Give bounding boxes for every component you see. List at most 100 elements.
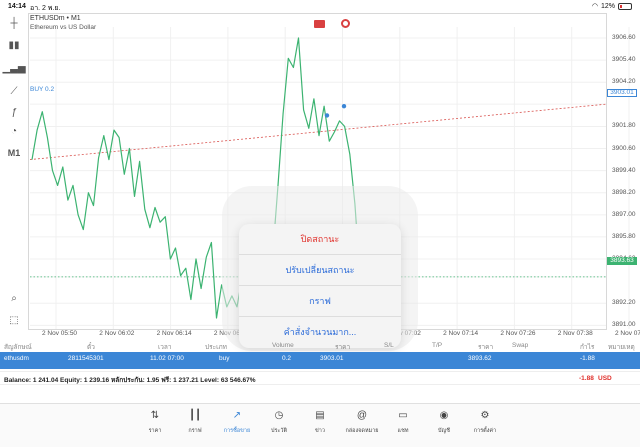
tab-chat[interactable]: ▭ แชท <box>383 409 423 435</box>
battery-percent: 12% <box>600 2 615 10</box>
row-volume: 0.2 <box>282 355 292 362</box>
x-tick-label: 2 Nov 07:14 <box>443 330 479 337</box>
news-icon: ▤ <box>315 410 325 421</box>
tab-news[interactable]: ▤ ข่าว <box>300 409 340 435</box>
y-tick-label: 3900.60 <box>612 144 636 152</box>
row-type: buy <box>219 355 230 362</box>
tab-label: กล่องจดหมาย <box>345 428 379 434</box>
account-summary: Balance: 1 241.04 Equity: 1 239.16 หลักป… <box>0 371 640 385</box>
chart-description: Ethereum vs US Dollar <box>30 24 97 31</box>
header-comment: หมายเหตุ <box>608 344 635 351</box>
chart-symbol: ETHUSDm • M1 <box>30 15 81 22</box>
function-icon[interactable]: ƒ <box>6 105 22 119</box>
chat-icon: ▭ <box>398 410 408 421</box>
row-current-price: 3893.62 <box>468 355 492 362</box>
one-click-trading-icon[interactable]: ⬚ <box>6 313 22 327</box>
account-profit: -1.88 <box>579 375 594 382</box>
y-tick-label: 3891.00 <box>612 321 636 329</box>
header-sl: S/L <box>384 342 394 349</box>
header-ticket: ตั๋ว <box>87 344 95 351</box>
tab-trade[interactable]: ↗ การซื้อขาย <box>217 409 257 435</box>
row-time: 11.02 07:00 <box>150 355 184 362</box>
tab-label: ราคา <box>148 428 162 434</box>
header-type: ประเภท <box>205 344 227 351</box>
battery-icon <box>618 2 632 10</box>
tab-label: กราฟ <box>188 428 202 434</box>
trade-marker <box>341 103 347 109</box>
tab-label: แชท <box>397 428 409 434</box>
header-time: เวลา <box>158 344 172 351</box>
row-open-price: 3903.01 <box>320 355 344 362</box>
line-tool-icon[interactable]: ⟋ <box>6 84 22 98</box>
history-icon: ◷ <box>274 410 284 421</box>
header-current-price: ราคา <box>478 344 494 351</box>
y-tick-label: 3892.20 <box>612 299 636 307</box>
buy-button-icon[interactable] <box>341 19 350 28</box>
x-tick-label: 2 Nov 06:02 <box>99 330 135 337</box>
close-position-item[interactable]: ปิดสถานะ <box>239 224 401 255</box>
tab-mailbox[interactable]: @ กล่องจดหมาย <box>342 409 382 435</box>
tab-settings[interactable]: ⚙ การตั้งค่า <box>465 409 505 435</box>
position-context-menu: ปิดสถานะ ปรับเปลี่ยนสถานะ กราฟ คำสั่งจำน… <box>239 224 401 348</box>
buy-line-label: BUY 0.2 <box>30 86 55 93</box>
table-row[interactable]: ethusdm 2811545301 11.02 07:00 buy 0.2 3… <box>0 352 640 369</box>
current-price-tag: 3893.63 <box>607 257 637 265</box>
tab-quotes[interactable]: ⇅ ราคา <box>135 409 175 435</box>
x-tick-label: 2 Nov 06:14 <box>156 330 192 337</box>
y-tick-label: 3895.80 <box>612 232 636 240</box>
modify-position-item[interactable]: ปรับเปลี่ยนสถานะ <box>239 255 401 286</box>
status-right: ◠ 12% <box>592 2 632 10</box>
x-tick-label: 2 Nov 07:50 <box>615 330 640 337</box>
status-bar: 14:14 อา. 2 พ.ย. ◠ 12% <box>0 0 640 13</box>
indicators-icon[interactable]: ▁▃▅ <box>2 61 25 75</box>
tab-label: ประวัติ <box>270 428 288 434</box>
chart-item[interactable]: กราฟ <box>239 286 401 317</box>
chart-type-icon[interactable]: ▮▮ <box>6 38 22 52</box>
y-tick-label: 3905.40 <box>612 56 636 64</box>
y-tick-label: 3901.80 <box>612 122 636 130</box>
tab-label: ข่าว <box>315 428 325 434</box>
tab-account[interactable]: ◉ บัญชี <box>424 409 464 435</box>
y-tick-label: 3898.20 <box>612 188 636 196</box>
bottom-tab-bar: ⇅ ราคา ┃┃ กราฟ ↗ การซื้อขาย ◷ ประวัติ ▤ ข่าว … <box>0 403 640 447</box>
search-icon[interactable]: ⌕ <box>6 291 22 305</box>
trade-icon: ↗ <box>232 410 242 421</box>
header-profit: กำไร <box>580 344 595 351</box>
tab-chart[interactable]: ┃┃ กราฟ <box>175 409 215 435</box>
settings-icon: ⚙ <box>480 410 490 421</box>
positions-header: สัญลักษณ์ ตั๋ว เวลา ประเภท Volume ราคา S… <box>0 340 640 352</box>
buy-price-tag: 3903.01 <box>607 89 637 97</box>
mailbox-icon: @ <box>356 410 368 421</box>
row-profit: -1.88 <box>580 355 595 362</box>
account-summary-text: Balance: 1 241.04 Equity: 1 239.16 หลักป… <box>4 377 256 384</box>
y-tick-label: 3899.40 <box>612 166 636 174</box>
x-tick-label: 2 Nov 05:50 <box>42 330 78 337</box>
header-swap: Swap <box>512 342 529 349</box>
shapes-icon[interactable]: ◔ <box>6 124 22 138</box>
chart-toolbar: ┼ ▮▮ ▁▃▅ ⟋ ƒ ◔ M1 ⌕ ⬚ <box>0 13 28 330</box>
account-icon: ◉ <box>439 410 449 421</box>
header-volume: Volume <box>272 342 294 349</box>
header-symbol: สัญลักษณ์ <box>4 344 32 351</box>
tab-history[interactable]: ◷ ประวัติ <box>259 409 299 435</box>
tab-label: การซื้อขาย <box>223 428 251 434</box>
y-tick-label: 3904.20 <box>612 78 636 86</box>
row-symbol: ethusdm <box>4 355 29 362</box>
y-tick-label: 3906.60 <box>612 34 636 42</box>
x-tick-label: 2 Nov 07:38 <box>557 330 593 337</box>
sell-button-icon[interactable] <box>314 20 325 28</box>
header-price: ราคา <box>335 344 351 351</box>
header-tp: T/P <box>432 342 443 349</box>
crosshair-icon[interactable]: ┼ <box>6 16 22 30</box>
y-tick-label: 3897.00 <box>612 210 636 218</box>
tab-label: การตั้งค่า <box>473 428 497 434</box>
quotes-icon: ⇅ <box>150 410 160 421</box>
timeframe-button[interactable]: M1 <box>6 146 22 160</box>
trade-marker <box>324 113 330 118</box>
row-ticket: 2811545301 <box>68 355 104 362</box>
x-tick-label: 2 Nov 07:26 <box>500 330 536 337</box>
account-currency: USD <box>598 375 612 382</box>
status-time: 14:14 <box>8 3 26 10</box>
candles-icon: ┃┃ <box>188 410 202 421</box>
wifi-icon: ◠ <box>591 3 598 10</box>
